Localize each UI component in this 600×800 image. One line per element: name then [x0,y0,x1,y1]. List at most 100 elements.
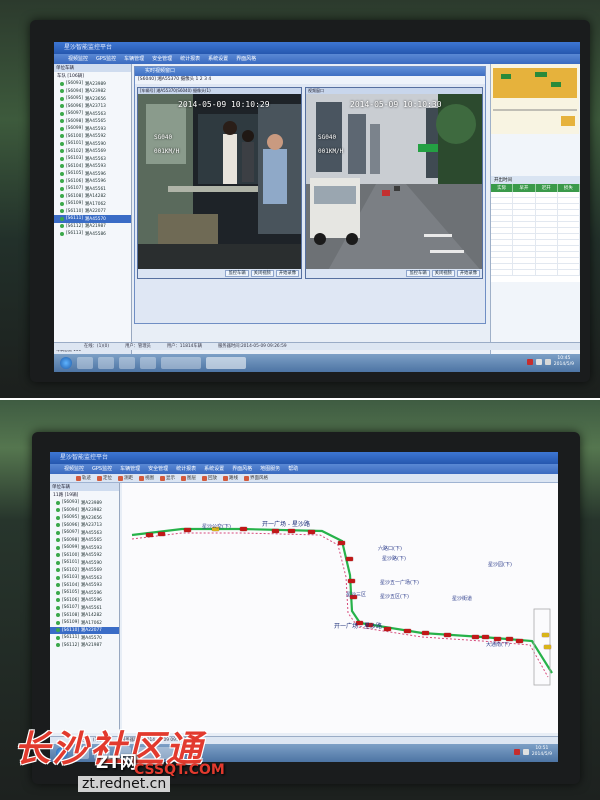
bus-marker-icon[interactable] [542,633,549,637]
bus-marker-icon[interactable] [422,631,429,635]
top-vehicle-row[interactable]: [S6100] 湘A45592 [54,133,131,141]
top-vehicle-row[interactable]: [S6096] 湘A23713 [54,103,131,111]
top-vehicle-row[interactable]: [S6101] 湘A45590 [54,140,131,148]
top-vehicle-row[interactable]: [S6095] 湘A23656 [54,95,131,103]
bottom-vehicle-row[interactable]: [S6105] 湘A45596 [50,589,119,597]
bus-marker-icon[interactable] [516,639,523,643]
top-menu-3[interactable]: 安全管理 [152,54,172,64]
bus-marker-icon[interactable] [288,529,295,533]
top-vehicle-row[interactable]: [S6098] 湘A45565 [54,118,131,126]
top-vehicle-row[interactable]: [S6103] 湘A45563 [54,155,131,163]
taskbar-chrome[interactable] [119,357,135,369]
bottom-vehicle-row[interactable]: [S6096] 湘A23713 [50,522,119,530]
bottom-vehicle-row[interactable]: [S6101] 湘A45590 [50,559,119,567]
bus-marker-icon[interactable] [444,633,451,637]
bottom-vehicle-row[interactable]: [S6102] 湘A45569 [50,567,119,575]
top-vehicle-row[interactable]: [S6094] 湘A23982 [54,88,131,96]
bottom-menu-2[interactable]: 车辆管理 [120,464,140,474]
top-vehicle-row[interactable]: [S6109] 湘A17062 [54,200,131,208]
bus-marker-icon[interactable] [272,529,279,533]
bus-marker-icon[interactable] [482,635,489,639]
map-tool-7[interactable]: 路线 [223,475,238,481]
bottom-menu-8[interactable]: 帮助 [288,464,298,474]
bottom-menu-3[interactable]: 安全管理 [148,464,168,474]
top-vehicle-row[interactable]: [S6093] 湘A23989 [54,80,131,88]
map-tray-antivirus-icon[interactable] [513,749,520,755]
bus-marker-icon[interactable] [544,645,551,649]
bottom-vehicle-row[interactable]: [S6100] 湘A45592 [50,552,119,560]
top-vehicle-row[interactable]: [S6104] 湘A45593 [54,163,131,171]
top-menu-4[interactable]: 统计报表 [180,54,200,64]
bus-marker-icon[interactable] [472,635,479,639]
top-vehicle-row[interactable]: [S6105] 湘A45596 [54,170,131,178]
bus-marker-icon[interactable] [346,557,353,561]
top-vehicle-row[interactable]: [S6113] 湘A45586 [54,230,131,238]
map-vehicle-root[interactable]: 11路 [19辆] [50,491,119,499]
bottom-vehicle-row[interactable]: [S6098] 湘A45565 [50,537,119,545]
tray-network-icon[interactable] [535,359,542,365]
bottom-vehicle-row[interactable]: [S6104] 湘A45593 [50,582,119,590]
start-button[interactable] [60,357,72,369]
bottom-vehicle-row[interactable]: [S6106] 湘A45596 [50,597,119,605]
taskbar-clock[interactable]: 10:45 2014/5/9 [554,356,574,368]
taskbar-monitor-app[interactable] [161,357,201,369]
bottom-vehicle-row[interactable]: [S6099] 湘A45593 [50,544,119,552]
tray-antivirus-icon[interactable] [526,359,533,365]
camera-road-feed[interactable]: 2014-05-09 10:10:30 SG040 001KM/H [306,94,482,269]
bottom-menu-0[interactable]: 视频监控 [64,464,84,474]
bottom-menu-1[interactable]: GPS监控 [92,464,112,474]
bus-marker-icon[interactable] [158,532,165,536]
top-vehicle-row[interactable]: [S6097] 湘A45563 [54,110,131,118]
bottom-vehicle-row[interactable]: [S6108] 湘A14282 [50,612,119,620]
map-tool-5[interactable]: 图层 [181,475,196,481]
vehicle-tree-root[interactable]: 车队 [106辆] [54,72,131,80]
tray-volume-icon[interactable] [544,359,551,365]
top-vehicle-row[interactable]: [S6099] 湘A45593 [54,125,131,133]
bus-marker-icon[interactable] [184,528,191,532]
map-tool-6[interactable]: 回放 [202,475,217,481]
bottom-menu-7[interactable]: 地图服务 [260,464,280,474]
top-vehicle-row[interactable]: [S6107] 湘A45561 [54,185,131,193]
bottom-vehicle-row[interactable]: [S6097] 湘A45563 [50,529,119,537]
top-vehicle-row[interactable]: [S6102] 湘A45569 [54,148,131,156]
map-tool-8[interactable]: 界面风格 [244,475,268,481]
bottom-vehicle-row[interactable]: [S6112] 湘A21987 [50,642,119,650]
bottom-vehicle-row[interactable]: [S6095] 湘A23656 [50,514,119,522]
top-menu-6[interactable]: 界面风格 [236,54,256,64]
top-menu-1[interactable]: GPS监控 [96,54,116,64]
road-cam-button-0[interactable]: 监控车辆 [406,270,430,277]
bottom-vehicle-row[interactable]: [S6111] 湘A45570 [50,634,119,642]
bus-marker-icon[interactable] [308,530,315,534]
map-tool-4[interactable]: 显示 [160,475,175,481]
map-taskbar-clock[interactable]: 10:51 2014/5/9 [532,746,552,758]
top-vehicle-row[interactable]: [S6111] 湘A45570 [54,215,131,223]
map-tool-0[interactable]: 轨迹 [76,475,91,481]
bus-marker-icon[interactable] [348,579,355,583]
map-tool-1[interactable]: 定位 [97,475,112,481]
map-tray-network-icon[interactable] [522,749,529,755]
bottom-menu-5[interactable]: 系统设置 [204,464,224,474]
interior-cam-button-0[interactable]: 监控车辆 [225,270,249,277]
road-cam-button-1[interactable]: 关闭视频 [431,270,455,277]
road-cam-button-2[interactable]: 开始录像 [456,270,480,277]
top-menu-2[interactable]: 车辆管理 [124,54,144,64]
map-tool-3[interactable]: 视图 [139,475,154,481]
top-vehicle-row[interactable]: [S6108] 湘A14282 [54,193,131,201]
bottom-vehicle-row[interactable]: [S6093] 湘A23989 [50,499,119,507]
bus-marker-icon[interactable] [404,629,411,633]
bus-marker-icon[interactable] [240,527,247,531]
bus-marker-icon[interactable] [146,533,153,537]
taskbar-active-window[interactable] [206,357,246,369]
top-menu-5[interactable]: 系统设置 [208,54,228,64]
camera-interior-feed[interactable]: 2014-05-09 10:10:29 SG040 001KM/H [138,94,301,269]
bottom-menu-4[interactable]: 统计报表 [176,464,196,474]
interior-cam-button-1[interactable]: 关闭视频 [250,270,274,277]
top-vehicle-row[interactable]: [S6106] 湘A45596 [54,178,131,186]
taskbar-ie[interactable] [98,357,114,369]
top-vehicle-row[interactable]: [S6112] 湘A21987 [54,223,131,231]
bottom-vehicle-row[interactable]: [S6110] 湘A22077 [50,626,119,634]
bottom-menu-6[interactable]: 界面风格 [232,464,252,474]
route-map[interactable]: 星沙公交(下) 开一广场 - 星沙路 星沙五一广场(下) 星沙三区 六路口(下) 星沙路(… [122,483,558,733]
bottom-vehicle-row[interactable]: [S6107] 湘A45561 [50,604,119,612]
top-vehicle-row[interactable]: [S6110] 湘A22077 [54,208,131,216]
